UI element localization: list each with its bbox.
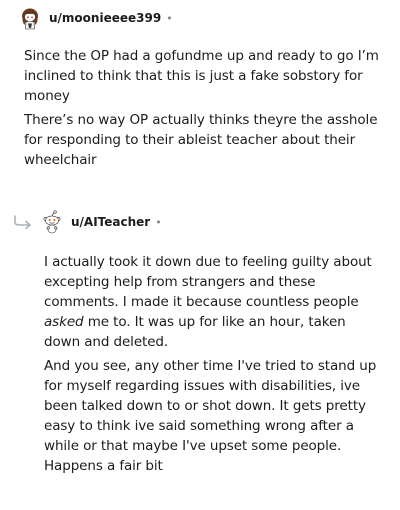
- snoo-avatar-default-icon[interactable]: [40, 210, 64, 234]
- username[interactable]: u/AITeacher: [71, 215, 150, 229]
- comment-paragraph: There’s no way OP actually thinks theyre…: [24, 112, 378, 168]
- comment-header: u/moonieeee399 •: [0, 6, 400, 30]
- comment-aiteacher: u/AITeacher • I actually took it down du…: [0, 210, 400, 480]
- text-segment: I actually took it down due to feeling g…: [44, 254, 372, 310]
- comment-paragraph: I actually took it down due to feeling g…: [44, 252, 382, 352]
- comment-body: Since the OP had a gofundme up and ready…: [0, 30, 400, 170]
- comment-paragraph: And you see, any other time I've tried t…: [44, 358, 377, 474]
- separator-dot: •: [155, 215, 162, 229]
- emphasized-text: asked: [44, 314, 84, 330]
- username[interactable]: u/moonieeee399: [49, 11, 161, 25]
- snoo-avatar-brown-hair-icon[interactable]: [18, 6, 42, 30]
- text-segment: me to. It was up for like an hour, taken…: [44, 314, 346, 350]
- comment-body: I actually took it down due to feeling g…: [0, 234, 400, 476]
- comment-header: u/AITeacher •: [0, 210, 400, 234]
- separator-dot: •: [166, 11, 173, 25]
- reply-arrow-icon: [14, 215, 31, 229]
- comment-paragraph: Since the OP had a gofundme up and ready…: [24, 48, 379, 104]
- comment-moonieeee399: u/moonieeee399 • Since the OP had a gofu…: [0, 6, 400, 174]
